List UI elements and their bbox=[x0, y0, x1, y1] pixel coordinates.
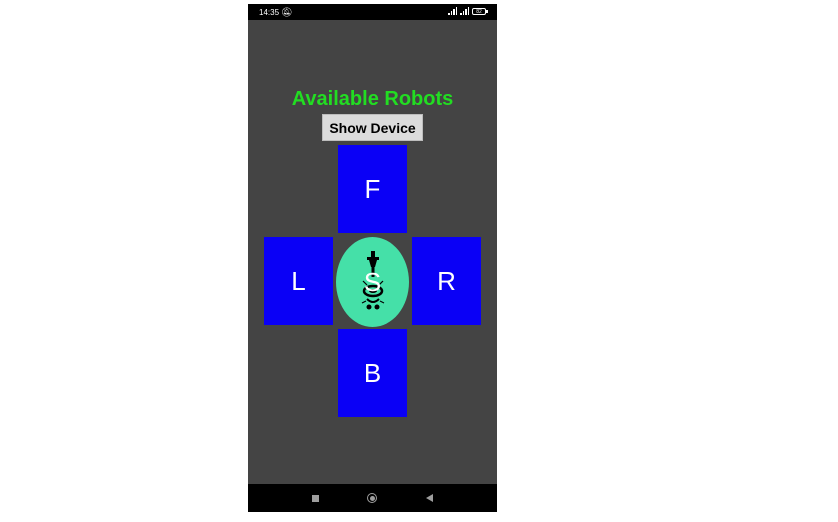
phone-screen: 14:35 🔕︎ 82 Available Robots Show Device… bbox=[248, 4, 497, 512]
show-device-button[interactable]: Show Device bbox=[322, 114, 423, 141]
battery-icon: 82 bbox=[472, 7, 488, 15]
home-icon bbox=[367, 493, 377, 503]
stop-button[interactable]: S bbox=[336, 237, 409, 327]
nav-bar bbox=[248, 484, 497, 512]
mute-icon: 🔕︎ bbox=[281, 7, 293, 17]
forward-button[interactable]: F bbox=[338, 145, 407, 233]
status-bar: 14:35 🔕︎ 82 bbox=[248, 4, 497, 20]
signal-icon bbox=[448, 7, 457, 15]
status-icons: 82 bbox=[448, 7, 488, 15]
stop-label: S bbox=[363, 266, 382, 297]
status-time: 14:35 bbox=[259, 8, 280, 17]
back-label: B bbox=[363, 357, 382, 388]
page-title: Available Robots bbox=[291, 88, 454, 110]
right-label: R bbox=[437, 265, 456, 296]
back-button[interactable]: B bbox=[338, 329, 407, 417]
signal-icon bbox=[460, 7, 469, 15]
recents-icon bbox=[311, 494, 319, 502]
back-icon bbox=[425, 494, 433, 502]
home-button[interactable] bbox=[364, 484, 380, 512]
recents-button[interactable] bbox=[307, 484, 323, 512]
back-nav-button[interactable] bbox=[421, 484, 437, 512]
left-button[interactable]: L bbox=[264, 237, 333, 325]
left-label: L bbox=[291, 265, 306, 296]
forward-label: F bbox=[364, 173, 381, 204]
right-button[interactable]: R bbox=[412, 237, 481, 325]
